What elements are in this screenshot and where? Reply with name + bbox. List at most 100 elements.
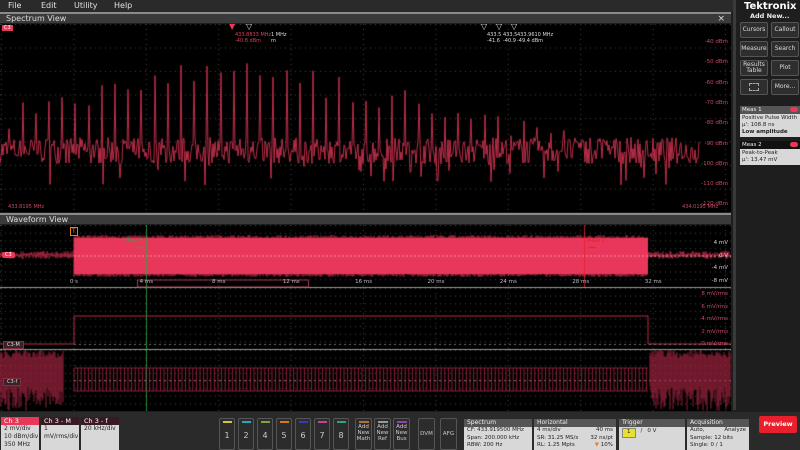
span: Span: 200.000 kHz	[467, 434, 520, 441]
channel-5-button[interactable]: 5	[276, 418, 292, 450]
waveform-plot[interactable]	[0, 225, 731, 411]
spectrum-channel-label[interactable]: C3	[2, 25, 13, 31]
add-new-math-button[interactable]: Add New Math	[355, 418, 372, 450]
meas2-name: Peak-to-Peak	[742, 150, 778, 156]
trigger-position-marker[interactable]: T	[70, 227, 78, 236]
cursor-2-label[interactable]: Meas 2	[587, 238, 605, 244]
ch3-m-y-tick-label: 8 mV/rms	[701, 291, 728, 297]
ch3-f-label[interactable]: C3-f	[3, 378, 22, 386]
afg-button[interactable]: AFG	[440, 418, 457, 450]
trigger-position-icon: ▼	[594, 442, 600, 448]
ch3-spectrum-scale: 10 dBm/div	[4, 433, 39, 440]
record-duration: 40 ms	[596, 427, 613, 433]
zoom-box-button[interactable]	[740, 79, 768, 95]
meas1-badge[interactable]: Meas 1 Positive Pulse Width µ': 108.8 ns L…	[740, 106, 800, 137]
marker-icon[interactable]: ▽	[481, 23, 487, 31]
meas2-title: Meas 2	[742, 142, 762, 148]
horizontal-badge-title: Horizontal	[534, 419, 616, 427]
rbw: RBW: 200 Hz	[467, 442, 503, 448]
spectrum-plot[interactable]	[0, 24, 731, 212]
channel-1-button[interactable]: 1	[219, 418, 235, 450]
ch3-label[interactable]: C3	[2, 252, 15, 258]
spectrum-badge[interactable]: Spectrum CF: 433.919500 MHz Span: 200.00…	[464, 419, 532, 450]
search-button[interactable]: Search	[771, 41, 799, 57]
channel-7-button[interactable]: 7	[314, 418, 330, 450]
record-length: RL: 1.25 Mpts	[537, 442, 575, 448]
spectrum-view-title: Spectrum View ×	[0, 12, 731, 24]
measure-button[interactable]: Measure	[740, 41, 768, 57]
meas2-badge[interactable]: Meas 2 Peak-to-Peak µ': 13.47 mV	[740, 141, 800, 165]
ch3-f-badge[interactable]: Ch 3 - f 20 kHz/div	[81, 417, 119, 450]
ch3-y-tick-label: 4 mV	[713, 240, 728, 246]
dvm-button[interactable]: DVM	[418, 418, 435, 450]
trigger-position: 10%	[600, 442, 613, 448]
spectrum-badge-title: Spectrum	[464, 419, 532, 427]
marker-5-readout: 433.9610 MHz -49.4 dBm	[517, 32, 554, 44]
zoom-box-icon	[749, 83, 759, 91]
reference-marker-icon[interactable]: ▼	[229, 23, 235, 31]
menu-edit[interactable]: Edit	[33, 0, 66, 12]
menu-file[interactable]: File	[0, 0, 33, 12]
ch3-y-tick-label: -8 mV	[711, 277, 728, 284]
add-new-heading: Add New...	[750, 12, 790, 20]
marker-icon[interactable]: ▽	[496, 23, 502, 31]
menu-utility[interactable]: Utility	[66, 0, 106, 12]
ch3-m-badge[interactable]: Ch 3 - M 1 mV/rms/div	[41, 417, 79, 450]
plot-button[interactable]: Plot	[771, 60, 799, 76]
time-tick-label: 20 ms	[427, 279, 445, 285]
sample-resolution: Sample: 12 bits	[690, 434, 734, 441]
spectrum-y-tick-label: -50 dBm	[704, 59, 728, 66]
acquisition-badge-title: Acquisition	[687, 419, 749, 427]
right-panel: Tektronix Add New... Cursors Callout Mea…	[733, 0, 800, 410]
rising-edge-icon: /	[640, 428, 643, 434]
settings-bar: Ch 3 2 mV/div 10 dBm/div 350 MHz Ch 3 - …	[0, 412, 800, 450]
acquisition-mode: Auto,	[690, 427, 705, 433]
channel-4-button[interactable]: 4	[257, 418, 273, 450]
cursor-1-label[interactable]: Meas 2	[125, 238, 143, 244]
meas1-title: Meas 1	[742, 107, 762, 113]
channel-6-button[interactable]: 6	[295, 418, 311, 450]
cursors-button[interactable]: Cursors	[740, 22, 768, 38]
meas2-value: µ': 13.47 mV	[742, 157, 778, 163]
time-tick-label: 28 ms	[572, 279, 590, 285]
menu-bar: File Edit Utility Help	[0, 0, 733, 12]
callout-button[interactable]: Callout	[771, 22, 799, 38]
channel-8-button[interactable]: 8	[333, 418, 349, 450]
marker-icon[interactable]: ▽	[246, 23, 252, 31]
more-button[interactable]: More...	[771, 79, 799, 95]
trigger-level: 0 V	[647, 428, 657, 434]
ch3-m-y-tick-label: 0 mV/rms	[701, 341, 728, 347]
add-new-bus-button[interactable]: Add New Bus	[393, 418, 410, 450]
marker-ref-readout: 433.8833 MHz -40.8 dBm	[235, 32, 272, 44]
ch3-f-badge-title: Ch 3 - f	[81, 417, 119, 425]
time-tick-label: 16 ms	[355, 279, 373, 285]
meas1-value: µ': 108.8 ns	[742, 122, 775, 128]
spectrum-y-tick-label: -110 dBm	[701, 181, 728, 188]
trigger-badge-title: Trigger	[619, 419, 685, 427]
channel-2-button[interactable]: 2	[238, 418, 254, 450]
marker-2-readout: 1 MHz m	[271, 32, 287, 44]
close-icon[interactable]: ×	[717, 14, 725, 24]
spectrum-y-tick-label: -90 dBm	[704, 140, 728, 147]
horizontal-badge[interactable]: Horizontal 4 ms/div 40 ms SR: 31.25 MS/s 3…	[534, 419, 616, 450]
marker-4-readout: 433.5 -40.9	[503, 32, 518, 44]
time-tick-label: 4 ms	[139, 279, 154, 285]
menu-help[interactable]: Help	[106, 0, 139, 12]
meas1-note: Low amplitude	[742, 129, 788, 135]
time-tick-label: 32 ms	[644, 279, 662, 285]
preview-button[interactable]: Preview	[759, 416, 797, 433]
spectrum-y-tick-label: -80 dBm	[704, 120, 728, 127]
trigger-badge[interactable]: Trigger 1 / 0 V	[619, 419, 685, 450]
marker-icon[interactable]: ▽	[511, 23, 517, 31]
results-table-button[interactable]: Results Table	[740, 60, 768, 76]
ch3-badge[interactable]: Ch 3 2 mV/div 10 dBm/div 350 MHz	[1, 417, 39, 450]
add-new-ref-button[interactable]: Add New Ref	[374, 418, 391, 450]
marker-3-readout: 433.5 -41.6	[487, 32, 502, 44]
ch3-m-y-tick-label: 4 mV/rms	[701, 316, 728, 322]
time-tick-label: 12 ms	[282, 279, 300, 285]
ch3-m-scale: 1 mV/rms/div	[44, 425, 79, 440]
ch3-m-label[interactable]: C3-M	[3, 341, 24, 349]
acquisition-badge[interactable]: Acquisition Auto, Analyze Sample: 12 bits…	[687, 419, 749, 450]
single-count: Single: 0 / 1	[690, 442, 723, 448]
meas1-name: Positive Pulse Width	[742, 115, 798, 121]
